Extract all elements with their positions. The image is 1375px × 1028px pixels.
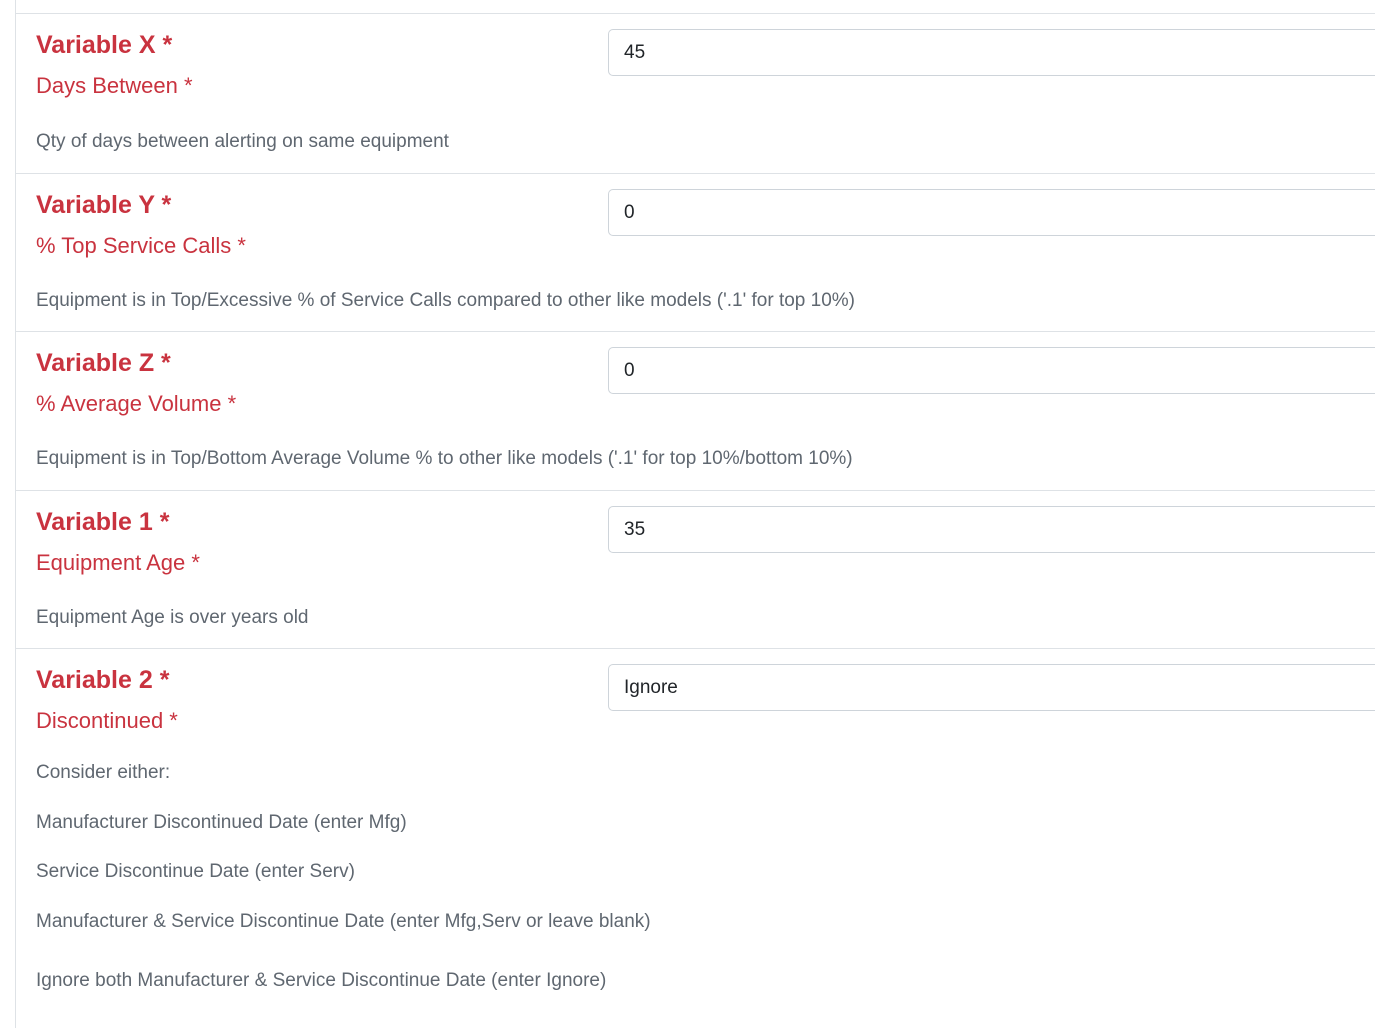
variable-2-description-line: Manufacturer Discontinued Date (enter Mf…: [36, 812, 407, 833]
variable-x-subtitle: Days Between *: [36, 73, 193, 98]
variable-2-title: Variable 2 *: [36, 666, 170, 694]
setting-variable-y: Variable Y * % Top Service Calls * Equip…: [15, 174, 1375, 332]
variable-2-description-line: Manufacturer & Service Discontinue Date …: [36, 911, 651, 932]
variable-y-description: Equipment is in Top/Excessive % of Servi…: [36, 290, 855, 311]
variable-y-input[interactable]: [608, 189, 1375, 236]
variable-2-subtitle: Discontinued *: [36, 708, 178, 733]
previous-setting-edge: [15, 0, 1375, 14]
alert-settings-page: Variable X * Days Between * Qty of days …: [0, 0, 1375, 1028]
variable-z-subtitle: % Average Volume *: [36, 391, 237, 416]
setting-variable-z: Variable Z * % Average Volume * Equipmen…: [15, 332, 1375, 491]
variable-2-input[interactable]: [608, 664, 1375, 711]
variable-x-title: Variable X *: [36, 31, 173, 59]
variable-1-input[interactable]: [608, 506, 1375, 553]
variable-x-input[interactable]: [608, 29, 1375, 76]
variable-z-input[interactable]: [608, 347, 1375, 394]
variable-z-description: Equipment is in Top/Bottom Average Volum…: [36, 448, 853, 469]
setting-variable-x: Variable X * Days Between * Qty of days …: [15, 14, 1375, 174]
variable-z-title: Variable Z *: [36, 349, 171, 377]
variable-y-title: Variable Y *: [36, 191, 172, 219]
variable-2-description-line: Consider either:: [36, 762, 171, 783]
variable-y-subtitle: % Top Service Calls *: [36, 233, 246, 258]
variable-1-title: Variable 1 *: [36, 508, 170, 536]
variable-2-description-line: Service Discontinue Date (enter Serv): [36, 861, 355, 882]
variable-1-subtitle: Equipment Age *: [36, 550, 200, 575]
setting-variable-2: Variable 2 * Discontinued * Consider eit…: [15, 649, 1375, 1028]
variable-x-description: Qty of days between alerting on same equ…: [36, 131, 449, 152]
variable-1-description: Equipment Age is over years old: [36, 607, 309, 628]
setting-variable-1: Variable 1 * Equipment Age * Equipment A…: [15, 491, 1375, 649]
variable-2-description-line: Ignore both Manufacturer & Service Disco…: [36, 970, 607, 991]
